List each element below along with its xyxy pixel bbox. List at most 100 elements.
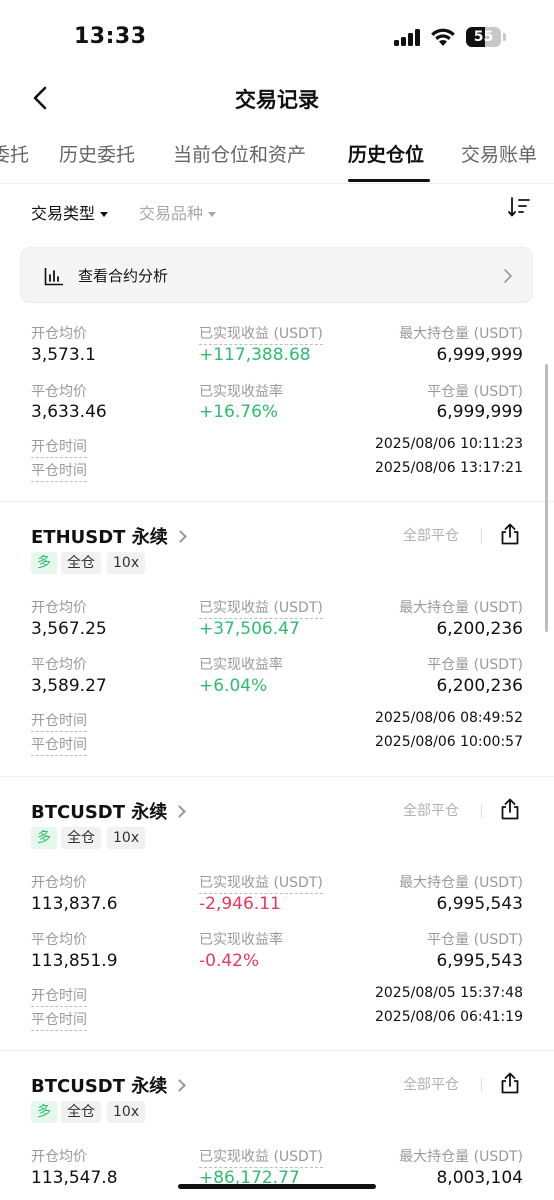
close-time-value: 2025/08/06 10:00:57: [374, 734, 523, 750]
side-tag: 多: [31, 827, 57, 849]
close-time-label[interactable]: 平仓时间: [31, 734, 87, 756]
divider: [0, 183, 554, 184]
realized-pnl-value: -2,946.11: [199, 894, 281, 914]
margin-mode-tag: 全仓: [61, 552, 101, 574]
share-icon[interactable]: [500, 523, 520, 545]
sort-icon[interactable]: [508, 196, 530, 218]
battery-icon: 55: [466, 27, 506, 47]
filter-trade-type[interactable]: 交易类型: [31, 200, 109, 224]
filter-trade-type-label: 交易类型: [31, 204, 96, 223]
caret-down-icon: [100, 212, 109, 217]
tab-trade-bill[interactable]: 交易账单: [461, 140, 537, 167]
tab-position-history[interactable]: 历史仓位: [348, 140, 424, 167]
share-icon[interactable]: [500, 1072, 520, 1094]
symbol-link[interactable]: BTCUSDT 永续: [31, 1072, 187, 1098]
pnl-rate-label: 已实现收益率: [199, 657, 283, 673]
close-time-value: 2025/08/06 06:41:19: [374, 1009, 523, 1025]
chevron-right-icon: [173, 530, 187, 543]
share-icon[interactable]: [500, 798, 520, 820]
realized-pnl-value: +117,388.68: [199, 345, 311, 365]
position-record: BTCUSDT 永续 全部平仓 多 全仓 10x 开仓均价 已实现收益 (USD…: [0, 776, 554, 1051]
chevron-right-icon: [504, 269, 512, 283]
open-time-label[interactable]: 开仓时间: [31, 710, 87, 732]
close-avg-value: 3,589.27: [31, 676, 107, 696]
pnl-rate-label: 已实现收益率: [199, 932, 283, 948]
divider: [481, 529, 482, 543]
side-tag: 多: [31, 552, 57, 574]
divider: [481, 804, 482, 818]
close-avg-label: 平仓均价: [31, 384, 87, 400]
close-qty-value: 6,995,543: [436, 951, 523, 971]
open-avg-value: 113,547.8: [31, 1168, 118, 1188]
close-qty-label: 平仓量 (USDT): [427, 657, 523, 673]
pnl-rate-value: -0.42%: [199, 951, 260, 971]
close-avg-value: 113,851.9: [31, 951, 118, 971]
close-qty-label: 平仓量 (USDT): [427, 932, 523, 948]
chevron-right-icon: [173, 1079, 187, 1092]
close-all-label: 全部平仓: [403, 803, 459, 819]
realized-pnl-label[interactable]: 已实现收益 (USDT): [199, 597, 323, 619]
pnl-rate-label: 已实现收益率: [199, 384, 283, 400]
open-time-value: 2025/08/06 08:49:52: [374, 710, 523, 726]
symbol-name: BTCUSDT 永续: [31, 802, 168, 823]
filter-row: 交易类型 交易品种: [0, 190, 554, 234]
close-avg-value: 3,633.46: [31, 402, 107, 422]
close-time-label[interactable]: 平仓时间: [31, 1009, 87, 1031]
realized-pnl-value: +37,506.47: [199, 619, 300, 639]
max-position-value: 6,995,543: [436, 894, 523, 914]
chevron-right-icon: [173, 805, 187, 818]
pnl-rate-value: +6.04%: [199, 676, 268, 696]
close-all-label: 全部平仓: [403, 1077, 459, 1093]
max-position-value: 6,200,236: [436, 619, 523, 639]
close-time-value: 2025/08/06 13:17:21: [374, 460, 523, 476]
realized-pnl-label[interactable]: 已实现收益 (USDT): [199, 1146, 323, 1168]
open-avg-value: 113,837.6: [31, 894, 118, 914]
max-position-label: 最大持仓量 (USDT): [399, 1149, 523, 1165]
active-tab-indicator: [348, 179, 430, 182]
open-avg-label: 开仓均价: [31, 600, 87, 616]
max-position-value: 8,003,104: [436, 1168, 523, 1188]
close-avg-label: 平仓均价: [31, 657, 87, 673]
leverage-tag: 10x: [107, 827, 146, 849]
close-qty-value: 6,200,236: [436, 676, 523, 696]
close-qty-label: 平仓量 (USDT): [427, 384, 523, 400]
symbol-link[interactable]: ETHUSDT 永续: [31, 523, 187, 549]
wifi-icon: [431, 28, 455, 46]
max-position-label: 最大持仓量 (USDT): [399, 875, 523, 891]
close-avg-label: 平仓均价: [31, 932, 87, 948]
open-time-label[interactable]: 开仓时间: [31, 436, 87, 458]
open-time-label[interactable]: 开仓时间: [31, 985, 87, 1007]
tab-order-history[interactable]: 历史委托: [59, 140, 135, 167]
max-position-value: 6,999,999: [436, 345, 523, 365]
caret-down-icon: [208, 212, 217, 217]
filter-symbol[interactable]: 交易品种: [139, 200, 217, 224]
divider: [0, 776, 554, 777]
position-record: ETHUSDT 永续 全部平仓 多 全仓 10x 开仓均价 已实现收益 (USD…: [0, 501, 554, 776]
home-indicator[interactable]: [178, 1184, 376, 1189]
status-bar: 13:33 55: [0, 0, 554, 70]
margin-mode-tag: 全仓: [61, 1101, 101, 1123]
close-time-label[interactable]: 平仓时间: [31, 460, 87, 482]
realized-pnl-label[interactable]: 已实现收益 (USDT): [199, 872, 323, 894]
close-all-label: 全部平仓: [403, 528, 459, 544]
scrollbar[interactable]: [545, 364, 548, 632]
close-qty-value: 6,999,999: [436, 402, 523, 422]
symbol-link[interactable]: BTCUSDT 永续: [31, 798, 187, 824]
contract-analysis-card[interactable]: 查看合约分析: [20, 247, 533, 303]
position-record: 开仓均价 已实现收益 (USDT) 最大持仓量 (USDT) 3,573.1 +…: [0, 318, 554, 502]
open-avg-label: 开仓均价: [31, 875, 87, 891]
header: 交易记录: [0, 70, 554, 126]
status-time: 13:33: [74, 24, 147, 49]
divider: [0, 501, 554, 502]
tab-orders[interactable]: 委托: [0, 140, 29, 167]
divider: [481, 1078, 482, 1092]
symbol-name: BTCUSDT 永续: [31, 1076, 168, 1097]
divider: [0, 1050, 554, 1051]
realized-pnl-label[interactable]: 已实现收益 (USDT): [199, 323, 323, 345]
symbol-name: ETHUSDT 永续: [31, 527, 168, 548]
page-title: 交易记录: [235, 88, 319, 112]
side-tag: 多: [31, 1101, 57, 1123]
tab-positions-assets[interactable]: 当前仓位和资产: [173, 140, 306, 167]
open-avg-label: 开仓均价: [31, 326, 87, 342]
cellular-signal-icon: [394, 29, 422, 46]
